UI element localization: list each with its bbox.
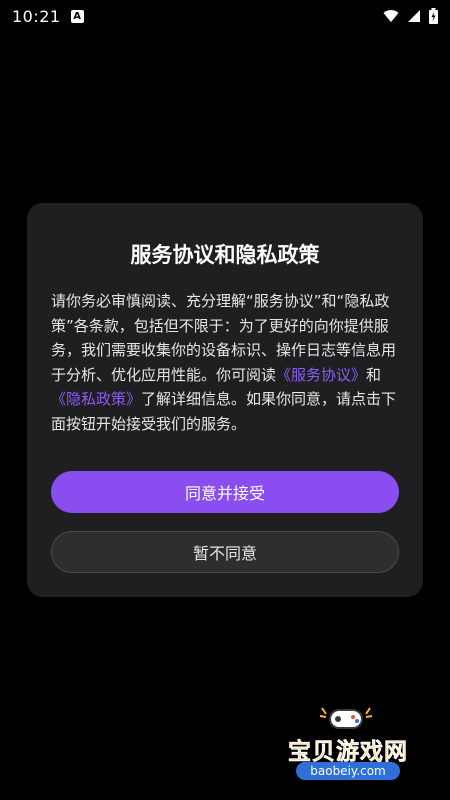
status-bar: 10:21 A [0,0,450,32]
status-left: 10:21 A [12,7,84,26]
service-agreement-link[interactable]: 《服务协议》 [276,366,366,384]
agreement-dialog: 服务协议和隐私政策 请你务必审慎阅读、充分理解“服务协议”和“隐私政策”各条款，… [27,203,423,597]
game-controller-mascot-icon [316,700,376,736]
watermark: 宝贝游戏网 baobeiy.com [268,700,428,784]
battery-icon [429,8,438,24]
body-text-2: 和 [366,365,382,384]
watermark-url: baobeiy.com [296,762,400,780]
privacy-policy-link[interactable]: 《隐私政策》 [51,390,141,408]
dialog-title: 服务协议和隐私政策 [130,243,320,267]
status-time: 10:21 [12,6,61,26]
wifi-icon [383,9,399,23]
signal-icon [407,9,421,23]
watermark-title: 宝贝游戏网 [288,739,408,766]
decline-button[interactable]: 暂不同意 [51,531,399,573]
dialog-body: 请你务必审慎阅读、充分理解“服务协议”和“隐私政策”各条款，包括但不限于：为了更… [51,289,403,436]
notification-a-icon: A [70,9,84,23]
status-right [383,8,438,24]
agree-button[interactable]: 同意并接受 [51,471,399,513]
